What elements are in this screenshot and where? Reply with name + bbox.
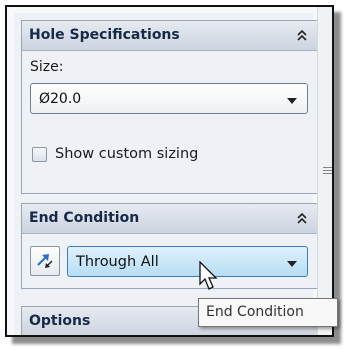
property-manager-window: Hole Specifications Size: Ø20.0 Show cus… — [5, 5, 334, 337]
reverse-direction-button[interactable] — [30, 246, 60, 276]
end-condition-title: End Condition — [29, 210, 140, 226]
size-label: Size: — [30, 59, 64, 75]
end-condition-header[interactable]: End Condition — [22, 204, 317, 234]
collapse-chevron-icon[interactable] — [294, 210, 310, 226]
end-condition-dropdown[interactable]: Through All — [67, 246, 308, 277]
hole-specifications-header[interactable]: Hole Specifications — [22, 21, 317, 51]
hole-specifications-group: Hole Specifications Size: Ø20.0 Show cus… — [21, 20, 318, 194]
end-condition-group: End Condition Through All — [21, 203, 318, 289]
chevron-down-icon — [287, 261, 297, 267]
scrollbar[interactable] — [317, 7, 332, 335]
size-value: Ø20.0 — [39, 91, 82, 107]
collapse-chevron-icon[interactable] — [294, 27, 310, 43]
chevron-down-icon — [287, 98, 297, 104]
options-title: Options — [29, 313, 91, 329]
size-dropdown[interactable]: Ø20.0 — [30, 83, 308, 114]
mouse-pointer-icon — [199, 261, 218, 290]
show-custom-sizing-label[interactable]: Show custom sizing — [55, 146, 198, 162]
hole-specifications-title: Hole Specifications — [29, 27, 180, 43]
end-condition-value: Through All — [76, 254, 159, 270]
end-condition-tooltip: End Condition — [198, 298, 338, 327]
property-panel: Hole Specifications Size: Ø20.0 Show cus… — [14, 13, 318, 335]
show-custom-sizing-checkbox[interactable] — [32, 147, 47, 162]
reverse-direction-icon — [37, 254, 53, 268]
scrollbar-grip-icon[interactable] — [323, 167, 332, 177]
